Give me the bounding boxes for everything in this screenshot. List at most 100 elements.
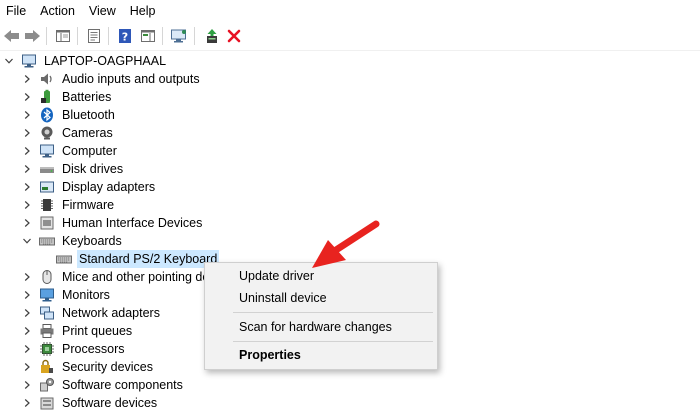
tree-item-monitors[interactable]: Monitors <box>22 286 112 304</box>
tree-item-label: Processors <box>62 342 125 356</box>
tree-item-standard-ps2-keyboard[interactable]: Standard PS/2 Keyboard <box>56 250 220 268</box>
battery-icon <box>39 89 55 105</box>
hid-icon <box>39 215 55 231</box>
help-button[interactable]: ? <box>115 26 135 46</box>
chevron-right-icon[interactable] <box>22 88 32 106</box>
security-device-icon <box>39 359 55 375</box>
tree-item-bluetooth[interactable]: Bluetooth <box>22 106 117 124</box>
keyboard-icon <box>56 251 72 267</box>
chevron-right-icon[interactable] <box>22 160 32 178</box>
chevron-right-icon[interactable] <box>22 178 32 196</box>
tree-item-software-devices[interactable]: Software devices <box>22 394 159 412</box>
properties-button[interactable] <box>84 26 104 46</box>
chevron-right-icon[interactable] <box>22 394 32 412</box>
network-adapter-icon <box>39 305 55 321</box>
tree-item-network-adapters[interactable]: Network adapters <box>22 304 162 322</box>
properties-icon <box>88 29 100 43</box>
tree-root-label: LAPTOP-OAGPHAAL <box>44 54 167 68</box>
tree-item-label: Audio inputs and outputs <box>62 72 200 86</box>
toolbar-separator <box>108 27 109 45</box>
tree-item-label: Security devices <box>62 360 154 374</box>
tree-item-processors[interactable]: Processors <box>22 340 127 358</box>
chevron-right-icon[interactable] <box>22 358 32 376</box>
display-adapter-icon <box>39 179 55 195</box>
bluetooth-icon <box>39 107 55 123</box>
context-menu-scan-hardware[interactable]: Scan for hardware changes <box>239 319 392 335</box>
computer-icon <box>21 53 37 69</box>
menu-help[interactable]: Help <box>123 0 163 22</box>
tree-item-label: Monitors <box>62 288 110 302</box>
chevron-down-icon[interactable] <box>4 52 14 70</box>
tree-item-label: Computer <box>62 144 117 158</box>
tree-item-audio[interactable]: Audio inputs and outputs <box>22 70 202 88</box>
chevron-right-icon[interactable] <box>22 304 32 322</box>
context-menu-uninstall-device[interactable]: Uninstall device <box>239 290 327 306</box>
toolbar-separator <box>46 27 47 45</box>
chevron-right-icon[interactable] <box>22 70 32 88</box>
chevron-right-icon[interactable] <box>22 322 32 340</box>
menu-file[interactable]: File <box>0 0 33 22</box>
toolbar-separator <box>162 27 163 45</box>
forward-button[interactable] <box>22 26 42 46</box>
tree-item-batteries[interactable]: Batteries <box>22 88 113 106</box>
tree-item-disk-drives[interactable]: Disk drives <box>22 160 125 178</box>
tree-item-label: Mice and other pointing de <box>62 270 210 284</box>
uninstall-icon <box>227 29 241 43</box>
tree-item-computer[interactable]: Computer <box>22 142 119 160</box>
action-pane-button[interactable] <box>138 26 158 46</box>
tree-item-firmware[interactable]: Firmware <box>22 196 116 214</box>
show-hide-console-tree-button[interactable] <box>53 26 73 46</box>
tree-item-print-queues[interactable]: Print queues <box>22 322 134 340</box>
chevron-right-icon[interactable] <box>22 106 32 124</box>
tree-item-label: Batteries <box>62 90 112 104</box>
tree-item-keyboards[interactable]: Keyboards <box>22 232 124 250</box>
tree-item-mice[interactable]: Mice and other pointing de <box>22 268 211 286</box>
chevron-right-icon[interactable] <box>22 214 32 232</box>
scan-hardware-button[interactable] <box>169 26 189 46</box>
tree-root[interactable]: LAPTOP-OAGPHAAL <box>4 52 168 70</box>
context-menu-separator <box>233 341 433 342</box>
keyboard-icon <box>39 233 55 249</box>
back-button[interactable] <box>2 26 22 46</box>
chevron-down-icon[interactable] <box>22 232 32 250</box>
update-driver-button[interactable] <box>202 26 222 46</box>
uninstall-device-button[interactable] <box>224 26 244 46</box>
tree-item-label: Software devices <box>62 396 158 410</box>
tree-item-label: Human Interface Devices <box>62 216 203 230</box>
software-component-icon <box>39 377 55 393</box>
speaker-icon <box>39 71 55 87</box>
printer-icon <box>39 323 55 339</box>
tree-item-label: Bluetooth <box>62 108 115 122</box>
chevron-right-icon[interactable] <box>22 142 32 160</box>
toolbar: ? <box>0 22 700 51</box>
tree-item-display-adapters[interactable]: Display adapters <box>22 178 157 196</box>
tree-item-cameras[interactable]: Cameras <box>22 124 115 142</box>
tree-item-label: Disk drives <box>62 162 124 176</box>
scan-hardware-icon <box>171 29 186 43</box>
update-driver-icon <box>207 29 217 43</box>
tree-item-label: Print queues <box>62 324 133 338</box>
chevron-right-icon[interactable] <box>22 286 32 304</box>
context-menu-properties[interactable]: Properties <box>239 347 301 363</box>
camera-icon <box>39 125 55 141</box>
menu-view[interactable]: View <box>82 0 123 22</box>
tree-item-security-devices[interactable]: Security devices <box>22 358 155 376</box>
context-menu: Update driver Uninstall device Scan for … <box>204 262 438 370</box>
tree-item-hid[interactable]: Human Interface Devices <box>22 214 204 232</box>
tree-item-label: Standard PS/2 Keyboard <box>77 250 220 268</box>
chevron-right-icon[interactable] <box>22 340 32 358</box>
chevron-right-icon[interactable] <box>22 376 32 394</box>
svg-text:?: ? <box>122 31 128 44</box>
action-pane-icon <box>141 30 155 42</box>
forward-icon <box>25 30 40 42</box>
mouse-icon <box>39 269 55 285</box>
tree-item-label: Keyboards <box>62 234 122 248</box>
tree-item-software-components[interactable]: Software components <box>22 376 185 394</box>
menu-action[interactable]: Action <box>33 0 82 22</box>
disk-drive-icon <box>39 161 55 177</box>
chevron-right-icon[interactable] <box>22 124 32 142</box>
monitor-icon <box>39 287 55 303</box>
tree-item-label: Display adapters <box>62 180 156 194</box>
chevron-right-icon[interactable] <box>22 268 32 286</box>
chevron-right-icon[interactable] <box>22 196 32 214</box>
